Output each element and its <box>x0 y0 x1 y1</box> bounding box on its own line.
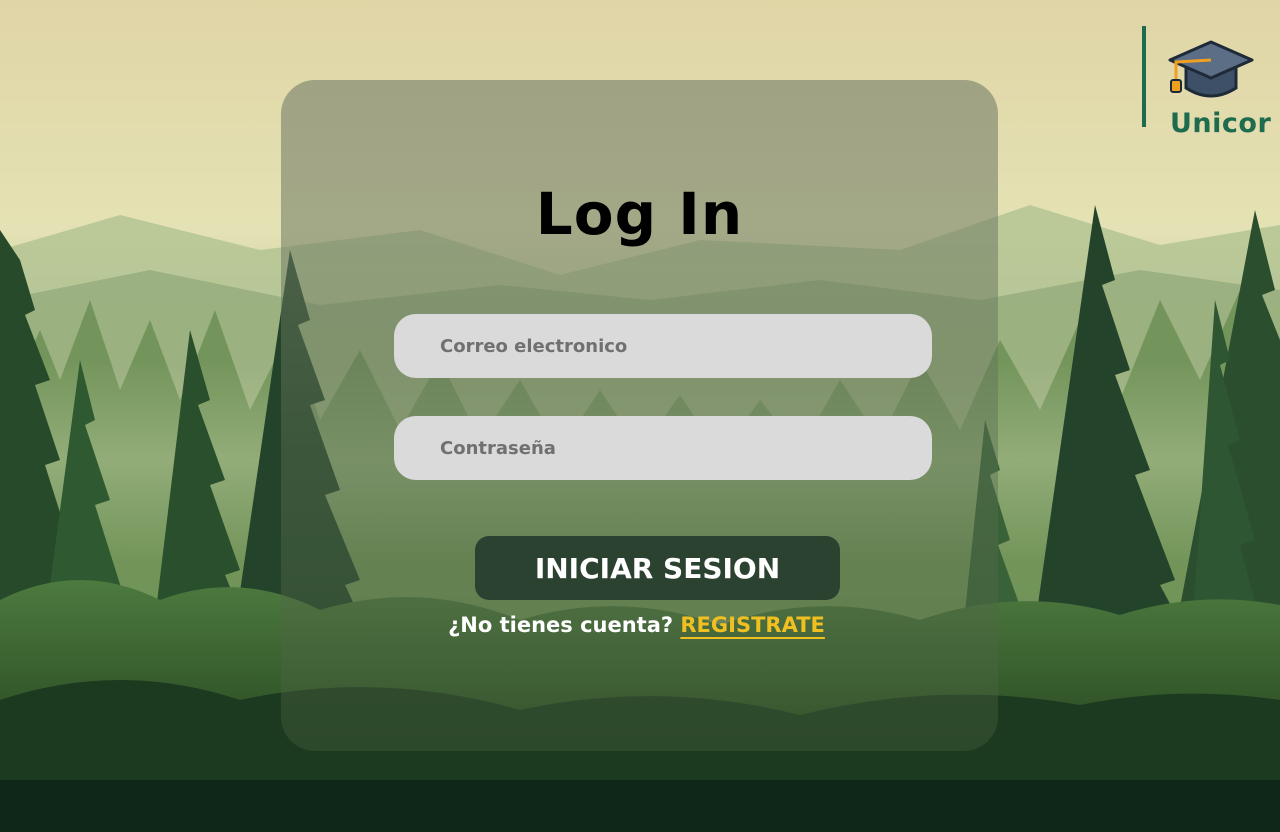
graduation-cap-icon <box>1168 40 1254 98</box>
brand-name: Unicor <box>1170 108 1272 139</box>
email-input[interactable] <box>394 314 932 378</box>
login-card: Log In INICIAR SESION ¿No tienes cuenta?… <box>281 80 998 751</box>
password-input[interactable] <box>394 416 932 480</box>
brand: Unicor <box>1142 26 1272 146</box>
brand-divider <box>1142 26 1146 127</box>
no-account-text: ¿No tienes cuenta? <box>448 613 674 637</box>
signup-prompt: ¿No tienes cuenta? REGISTRATE <box>281 613 998 637</box>
login-button[interactable]: INICIAR SESION <box>475 536 840 600</box>
page-title: Log In <box>535 180 744 248</box>
register-link[interactable]: REGISTRATE <box>680 613 830 637</box>
